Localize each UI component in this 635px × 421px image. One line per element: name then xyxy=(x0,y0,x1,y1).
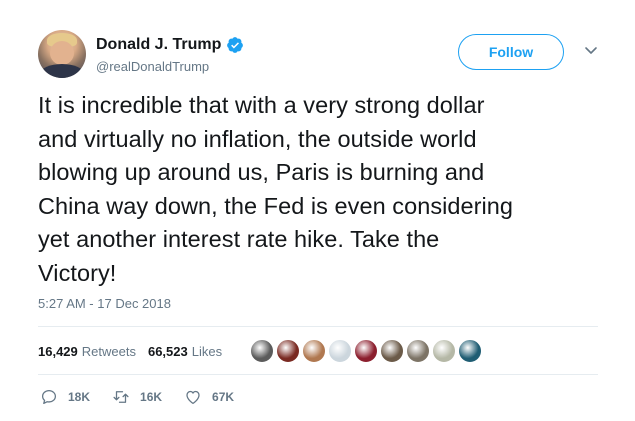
tweet-header: Donald J. Trump @realDonaldTrump Follow xyxy=(38,30,608,82)
reply-button[interactable]: 18K xyxy=(40,388,90,406)
author-handle[interactable]: @realDonaldTrump xyxy=(96,59,209,74)
reply-count: 18K xyxy=(68,390,91,404)
liker-avatar[interactable] xyxy=(250,339,274,363)
retweets-label: Retweets xyxy=(81,343,136,359)
retweet-count: 16K xyxy=(140,390,163,404)
liker-avatar[interactable] xyxy=(276,339,300,363)
retweet-icon xyxy=(113,391,129,403)
liker-avatar[interactable] xyxy=(354,339,378,363)
retweets-stat[interactable]: 16,429 Retweets xyxy=(38,344,136,359)
like-count: 67K xyxy=(212,390,235,404)
avatar[interactable] xyxy=(38,30,86,78)
reply-icon xyxy=(41,389,57,405)
liker-avatar[interactable] xyxy=(458,339,482,363)
liker-avatar[interactable] xyxy=(302,339,326,363)
liker-avatar[interactable] xyxy=(406,339,430,363)
author-display-name[interactable]: Donald J. Trump xyxy=(96,36,221,54)
retweets-count: 16,429 xyxy=(38,343,78,359)
tweet-timestamp[interactable]: 5:27 AM - 17 Dec 2018 xyxy=(38,296,171,311)
likes-count: 66,523 xyxy=(147,343,188,359)
chevron-down-icon[interactable] xyxy=(583,42,599,58)
divider xyxy=(38,326,598,327)
verified-badge-icon xyxy=(227,37,244,53)
like-button[interactable]: 67K xyxy=(184,388,234,406)
likes-stat[interactable]: 66,523 Likes xyxy=(148,344,222,359)
follow-button[interactable]: Follow xyxy=(458,34,564,70)
divider xyxy=(38,374,598,375)
liker-avatar[interactable] xyxy=(328,339,352,363)
tweet-stats: 16,429 Retweets 66,523 Likes xyxy=(38,337,234,365)
heart-icon xyxy=(186,390,200,405)
retweet-button[interactable]: 16K xyxy=(112,388,162,406)
tweet-actions: 18K 16K 67K xyxy=(40,388,256,406)
tweet-text: It is incredible that with a very strong… xyxy=(38,92,514,286)
liker-avatars xyxy=(250,339,484,363)
likes-label: Likes xyxy=(191,343,223,359)
liker-avatar[interactable] xyxy=(380,339,404,363)
author-name-row[interactable]: Donald J. Trump xyxy=(96,36,244,54)
liker-avatar[interactable] xyxy=(432,339,456,363)
